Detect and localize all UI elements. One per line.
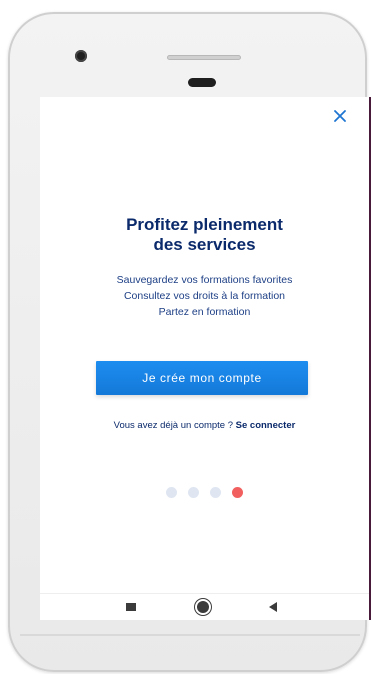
pager-dots [40,487,369,498]
login-link[interactable]: Se connecter [236,420,296,431]
benefits-list: Sauvegardez vos formations favorites Con… [40,272,369,320]
home-circle-icon[interactable] [196,601,209,613]
phone-frame: Profitez pleinement des services Sauvega… [8,12,371,672]
proximity-sensor [188,78,216,87]
bottom-bezel [20,634,360,664]
benefit-item: Consultez vos droits à la formation [123,290,286,302]
pager-dot-4-active[interactable] [232,487,243,498]
benefit-item: Sauvegardez vos formations favorites [116,274,293,286]
title-line-1: Profitez pleinement [126,215,283,234]
earpiece-speaker [167,55,241,60]
create-account-button[interactable]: Je crée mon compte [96,361,308,395]
front-camera [75,50,87,62]
close-button[interactable] [329,105,351,127]
already-account-text: Vous avez déjà un compte ? [113,420,234,431]
pager-dot-1[interactable] [166,487,177,498]
login-prompt: Vous avez déjà un compte ? Se connecter [40,420,369,431]
back-triangle-icon[interactable] [269,602,277,612]
android-nav-bar [40,593,369,620]
pager-dot-3[interactable] [210,487,221,498]
title-line-2: des services [153,235,256,254]
close-icon [334,110,346,122]
pager-dot-2[interactable] [188,487,199,498]
recents-square-icon[interactable] [126,603,136,611]
app-screen: Profitez pleinement des services Sauvega… [40,97,371,620]
benefit-item: Partez en formation [158,306,251,318]
onboarding-title: Profitez pleinement des services [40,215,369,255]
